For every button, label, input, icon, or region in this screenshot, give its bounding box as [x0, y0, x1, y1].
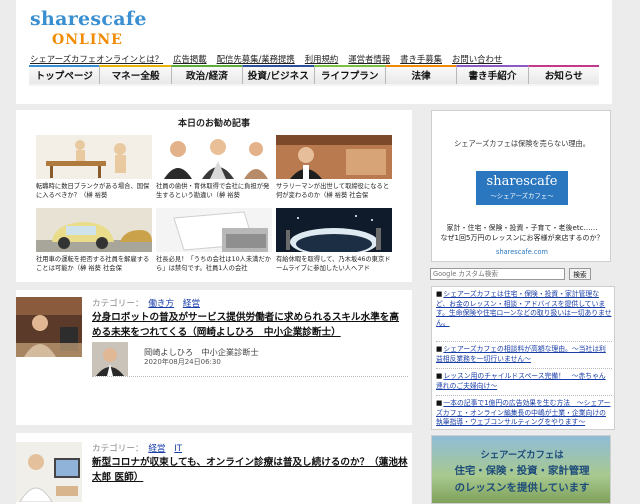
recommend-card[interactable]: 社長必見！「うちの会社は10人未満だから」は禁句です。社員1人の会社: [156, 208, 272, 278]
category-link[interactable]: 経営: [183, 299, 200, 309]
recommend-caption: 社員の歯供・育休取得で会社に負担が発生するという勘違い（榊 裕葵: [156, 183, 270, 199]
top-links: シェアーズカフェオンラインとは？ 広告掲載 配信先募集/業務提携 利用規約 運営…: [30, 53, 512, 65]
ad-headline: シェアーズカフェは保険を売らない理由。: [454, 139, 590, 148]
recommend-caption: 社用車の運転を拒否する社員を解雇することは可能か（榊 裕葵 社会保: [36, 256, 150, 272]
category-label: カテゴリー：: [92, 444, 144, 454]
site-logo[interactable]: sharescafe ONLINE: [30, 8, 150, 48]
ad-body: 家計・住宅・保険・投資・子育て・老後etc…… なぜ1回5万円のレッスンにお客様…: [432, 223, 612, 243]
recommend-caption: 社長必見！「うちの会社は10人未満だから」は禁句です。社員1人の会社: [156, 256, 272, 272]
category-label: カテゴリー：: [92, 299, 144, 309]
article-thumbnail[interactable]: [16, 442, 82, 502]
recommend-thumbnail: [36, 208, 152, 252]
top-link-ads[interactable]: 広告掲載: [173, 53, 207, 65]
recommend-caption: サラリーマンが出世して取締役になると何が変わるのか（榊 裕葵 社会保: [276, 183, 390, 199]
ad-url: sharescafe.com: [496, 248, 548, 256]
article-separator: [92, 376, 408, 377]
news-separator: [436, 341, 612, 342]
site-header: sharescafe ONLINE シェアーズカフェオンラインとは？ 広告掲載 …: [16, 0, 612, 104]
main-nav: トップページ マネー全般 政治/経済 投資/ビジネス ライフプラン 法律 書き手…: [29, 65, 599, 86]
category-link[interactable]: 働き方: [148, 299, 174, 309]
top-link-about[interactable]: シェアーズカフェオンラインとは？: [30, 53, 163, 65]
nav-lifeplan[interactable]: ライフプラン: [313, 65, 385, 84]
ad-body-line: 家計・住宅・保険・投資・子育て・老後etc……: [446, 224, 598, 232]
top-link-contact[interactable]: お問い合わせ: [452, 53, 502, 65]
top-link-partners[interactable]: 配信先募集/業務提携: [217, 53, 295, 65]
ad-logo-text: sharescafe: [486, 174, 558, 189]
section-divider: [16, 282, 412, 290]
nav-writers[interactable]: 書き手紹介: [456, 65, 528, 84]
news-separator: [436, 368, 612, 369]
ad-logo: sharescafe 〜シェアーズカフェ〜: [476, 171, 568, 205]
recommend-thumbnail: [276, 135, 392, 179]
lesson-ad-line: 住宅・保険・投資・家計管理: [454, 465, 590, 477]
recommend-card[interactable]: 社用車の運転を拒否する社員を解雇することは可能か（榊 裕葵 社会保: [36, 208, 152, 278]
ad-logo-subtext: 〜シェアーズカフェ〜: [490, 192, 554, 200]
section-divider: [16, 425, 412, 433]
site-search: 検索: [430, 268, 616, 280]
nav-top[interactable]: トップページ: [29, 65, 100, 84]
nav-politics[interactable]: 政治/経済: [170, 65, 243, 84]
nav-law[interactable]: 法律: [384, 65, 457, 84]
recommend-thumbnail: [276, 208, 392, 252]
category-link[interactable]: 経営: [148, 444, 165, 454]
ad-body-line: なぜ1回5万円のレッスンにお客様が来店するのか？: [440, 234, 604, 242]
sidebar-news-list: シェアーズカフェは住宅・保険・投資・家計管理など、お金のレッスン・相談・アドバイ…: [431, 286, 615, 430]
recommend-card[interactable]: 有給休暇を取得して、乃木坂46の東京ドームライブに参加したい人へアド: [276, 208, 392, 278]
nav-money[interactable]: マネー全般: [99, 65, 171, 84]
lesson-ad-line: シェアーズカフェは: [480, 450, 564, 461]
category-link[interactable]: IT: [174, 444, 182, 454]
top-link-operator[interactable]: 運営者情報: [348, 53, 390, 65]
lesson-ad-line: のレッスンを提供しています: [454, 482, 590, 494]
article-date: 2020年08月24日06:30: [144, 358, 221, 366]
news-link[interactable]: シェアーズカフェの相談料が高額な理由。〜当社は利益相反業務を一切行いません〜: [436, 345, 612, 364]
logo-sub-text: ONLINE: [52, 32, 123, 48]
article-categories: カテゴリー： 経営 IT: [92, 442, 186, 454]
recommend-thumbnail: [156, 135, 272, 179]
sidebar-lesson-ad[interactable]: シェアーズカフェは 住宅・保険・投資・家計管理 のレッスンを提供しています: [431, 435, 611, 504]
recommend-thumbnail: [36, 135, 152, 179]
article-categories: カテゴリー： 働き方 経営: [92, 297, 204, 309]
recommend-card[interactable]: サラリーマンが出世して取締役になると何が変わるのか（榊 裕葵 社会保: [276, 135, 392, 205]
article-title-link[interactable]: 分身ロボットの普及がサービス提供労働者に求められるスキル水準を高める未来をつれて…: [92, 310, 408, 340]
sidebar: シェアーズカフェは保険を売らない理由。 sharescafe 〜シェアーズカフェ…: [424, 110, 620, 504]
nav-investment[interactable]: 投資/ビジネス: [242, 65, 314, 84]
article-thumbnail[interactable]: [16, 297, 82, 357]
news-link[interactable]: シェアーズカフェは住宅・保険・投資・家計管理など、お金のレッスン・相談・アドバイ…: [436, 290, 612, 328]
top-link-writers[interactable]: 書き手募集: [400, 53, 442, 65]
search-button[interactable]: 検索: [569, 268, 591, 280]
search-input[interactable]: [430, 268, 565, 280]
logo-main-text: sharescafe: [30, 8, 147, 30]
sidebar-banner-ad[interactable]: シェアーズカフェは保険を売らない理由。 sharescafe 〜シェアーズカフェ…: [431, 110, 611, 262]
recommend-caption: 有給休暇を取得して、乃木坂46の東京ドームライブに参加したい人へアド: [276, 256, 391, 272]
article-title-link[interactable]: 新型コロナが収束しても、オンライン診療は普及し続けるのか？（蓮池林太郎 医師）: [92, 455, 408, 485]
recommend-title: 本日のお勧め記事: [177, 119, 250, 129]
main-column: 本日のお勧め記事 転職時に数日ブランクがある場合、国保に入るべきか？（榊 裕葵: [16, 110, 412, 504]
news-link[interactable]: 一本の記事で1億円の広告効果を生む方法 〜シェアーズカフェ・オンライン編集長の中…: [436, 399, 612, 428]
top-link-terms[interactable]: 利用規約: [305, 53, 339, 65]
article-item: カテゴリー： 働き方 経営 分身ロボットの普及がサービス提供労働者に求められるス…: [16, 297, 412, 387]
recommend-card[interactable]: 社員の歯供・育休取得で会社に負担が発生するという勘違い（榊 裕葵: [156, 135, 272, 205]
recommend-card[interactable]: 転職時に数日ブランクがある場合、国保に入るべきか？（榊 裕葵: [36, 135, 152, 205]
news-link[interactable]: レッスン用のチャイルドスペース完備！ 〜赤ちゃん連れのご夫婦向け〜: [436, 372, 612, 391]
nav-news[interactable]: お知らせ: [527, 65, 599, 84]
article-item: カテゴリー： 経営 IT 新型コロナが収束しても、オンライン診療は普及し続けるの…: [16, 442, 412, 504]
author-avatar[interactable]: [92, 342, 128, 376]
recommend-thumbnail: [156, 208, 272, 252]
recommend-caption: 転職時に数日ブランクがある場合、国保に入るべきか？（榊 裕葵: [36, 183, 150, 199]
news-separator: [436, 395, 612, 396]
